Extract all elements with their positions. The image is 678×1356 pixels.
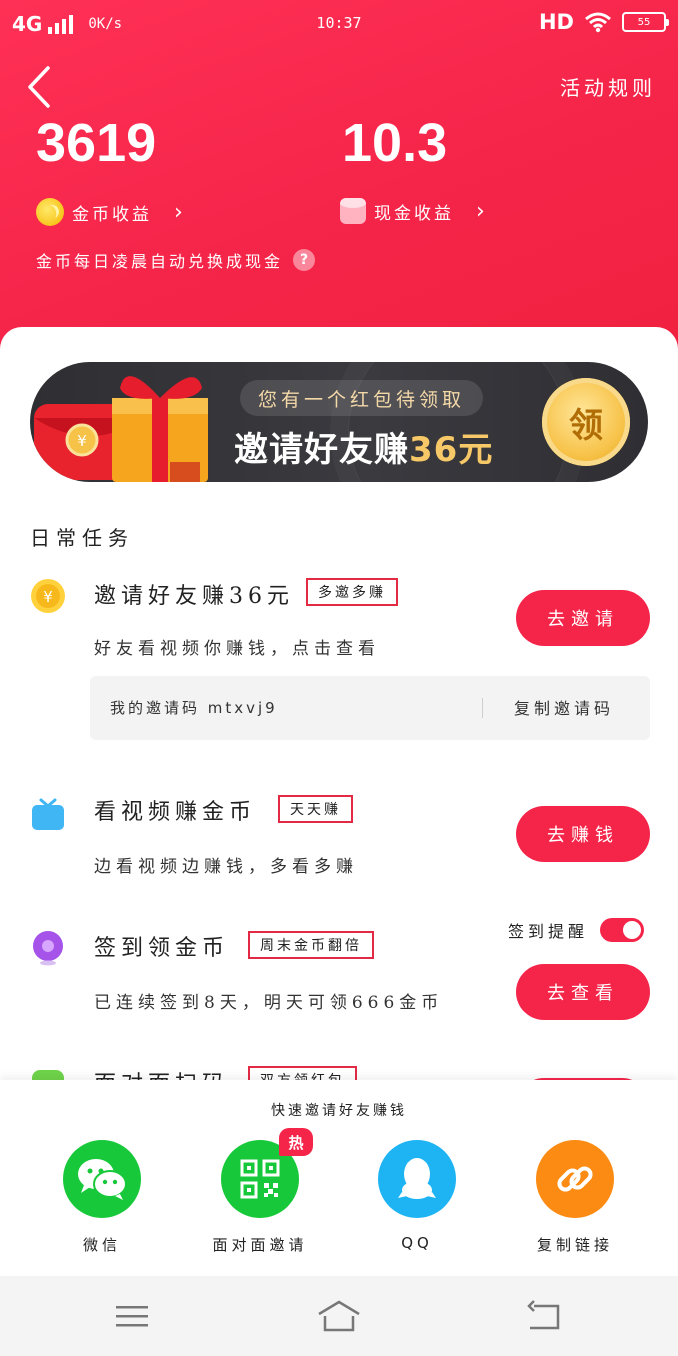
wechat-icon bbox=[63, 1140, 141, 1218]
yuan-coin-icon: ¥ bbox=[31, 579, 65, 613]
qq-penguin-icon bbox=[378, 1140, 456, 1218]
share-label: 微信 bbox=[82, 1236, 121, 1254]
earn-button[interactable]: 去赚钱 bbox=[516, 806, 650, 862]
divider bbox=[482, 698, 483, 718]
invite-button[interactable]: 去邀请 bbox=[516, 590, 650, 646]
red-packet-gift-icon: ¥ bbox=[34, 376, 208, 482]
help-icon[interactable]: ? bbox=[293, 249, 316, 271]
cash-pouch-icon bbox=[340, 198, 366, 224]
cash-earnings-link[interactable]: 现金收益 › bbox=[340, 198, 488, 224]
gold-coin-icon bbox=[36, 198, 64, 226]
cash-balance: 10.3 bbox=[342, 113, 448, 173]
task-tag: 周末金币翻倍 bbox=[248, 931, 374, 959]
share-label: 面对面邀请 bbox=[212, 1236, 308, 1254]
battery-level: 55 bbox=[637, 16, 651, 28]
exchange-note: 金币每日凌晨自动兑换成现金 ? bbox=[36, 248, 316, 272]
banner-title-prefix: 邀请好友赚 bbox=[234, 430, 409, 470]
link-icon bbox=[536, 1140, 614, 1218]
status-bar: 4G 0K/s 10:37 HD 55 bbox=[0, 0, 678, 48]
menu-icon[interactable] bbox=[110, 1296, 154, 1336]
invite-banner[interactable]: ¥ 您有一个红包待领取 邀请好友赚36元 领 bbox=[30, 362, 648, 482]
invite-code: 我的邀请码 mtxvj9 bbox=[110, 699, 278, 717]
activity-rules-link[interactable]: 活动规则 bbox=[560, 72, 656, 101]
reminder-toggle[interactable] bbox=[600, 918, 645, 942]
hot-badge: 热 bbox=[279, 1128, 313, 1156]
location-pin-icon bbox=[33, 931, 63, 966]
task-row-partial: 面对面扫码 双方领红包 bbox=[0, 1060, 678, 1082]
back-icon[interactable] bbox=[522, 1296, 566, 1336]
section-title: 日常任务 bbox=[30, 526, 134, 550]
checkin-reminder-label: 签到提醒 bbox=[508, 922, 589, 941]
coin-balance: 3619 bbox=[36, 113, 157, 173]
share-sheet: 快速邀请好友赚钱 微信 热 面对面邀请 QQ 复制链接 bbox=[0, 1080, 678, 1276]
share-label: 复制链接 bbox=[536, 1236, 613, 1254]
invite-code-box: 我的邀请码 mtxvj9 复制邀请码 bbox=[90, 676, 650, 740]
share-face-to-face[interactable]: 热 面对面邀请 bbox=[190, 1128, 330, 1255]
chevron-right-icon: › bbox=[174, 199, 186, 225]
share-wechat[interactable]: 微信 bbox=[32, 1140, 172, 1255]
task-description: 边看视频边赚钱，多看多赚 bbox=[94, 857, 358, 877]
hd-indicator: HD bbox=[538, 10, 574, 34]
task-description: 好友看视频你赚钱，点击查看 bbox=[94, 639, 380, 659]
qrcode-icon: 热 bbox=[221, 1128, 313, 1218]
share-label: QQ bbox=[401, 1234, 433, 1252]
task-title: 签到领金币 bbox=[94, 936, 230, 961]
banner-title-amount: 36元 bbox=[409, 430, 494, 470]
task-description: 已连续签到8天，明天可领666金币 bbox=[94, 993, 444, 1013]
svg-text:¥: ¥ bbox=[43, 588, 53, 606]
claim-coin-button[interactable]: 领 bbox=[542, 378, 630, 466]
cash-earnings-label: 现金收益 bbox=[374, 203, 454, 224]
header: 4G 0K/s 10:37 HD 55 活动规则 3619 10.3 金币收益 … bbox=[0, 0, 678, 360]
exchange-note-text: 金币每日凌晨自动兑换成现金 bbox=[36, 252, 284, 271]
copy-invite-code-button[interactable]: 复制邀请码 bbox=[514, 695, 614, 719]
coin-earnings-link[interactable]: 金币收益 › bbox=[36, 198, 186, 226]
back-arrow-icon[interactable] bbox=[22, 64, 62, 110]
share-title: 快速邀请好友赚钱 bbox=[271, 1103, 407, 1119]
system-nav-bar bbox=[0, 1276, 678, 1356]
banner-pill: 您有一个红包待领取 bbox=[240, 380, 484, 416]
wifi-icon bbox=[585, 12, 611, 33]
checkin-reminder: 签到提醒 bbox=[508, 918, 645, 942]
view-button[interactable]: 去查看 bbox=[516, 964, 650, 1020]
tv-icon bbox=[32, 798, 64, 830]
gift-coin-symbol: ¥ bbox=[77, 432, 87, 450]
battery-icon: 55 bbox=[622, 12, 669, 32]
banner-title: 邀请好友赚36元 bbox=[234, 422, 493, 471]
share-qq[interactable]: QQ bbox=[347, 1140, 487, 1252]
task-title: 邀请好友赚36元 bbox=[94, 584, 294, 609]
share-copy-link[interactable]: 复制链接 bbox=[505, 1140, 645, 1255]
task-tag: 多邀多赚 bbox=[306, 578, 398, 606]
task-title: 看视频赚金币 bbox=[94, 800, 257, 825]
home-icon[interactable] bbox=[316, 1296, 362, 1336]
task-tag: 天天赚 bbox=[278, 795, 353, 823]
coin-earnings-label: 金币收益 bbox=[72, 204, 152, 225]
chevron-right-icon: › bbox=[476, 198, 488, 224]
